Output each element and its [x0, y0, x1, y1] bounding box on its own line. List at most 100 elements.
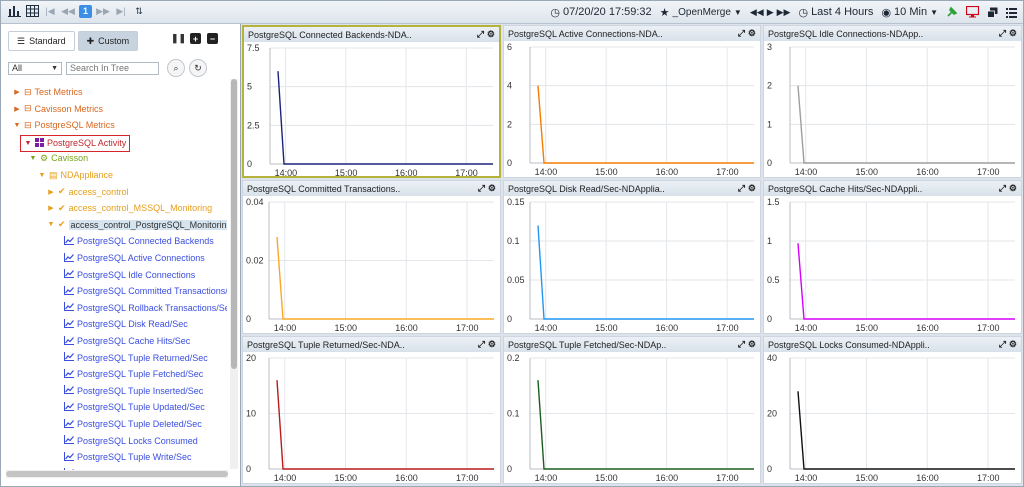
chart-panel[interactable]: PostgreSQL Committed Transactions.. ⤢ ⚙ 0 0.…: [242, 180, 501, 334]
rewind-icon[interactable]: ◀◀: [750, 7, 764, 18]
previous-page-icon[interactable]: ◀◀: [61, 4, 75, 18]
series-line[interactable]: [797, 243, 1015, 320]
pin-icon[interactable]: [946, 6, 958, 18]
chart-panel[interactable]: PostgreSQL Locks Consumed-NDAppli.. ⤢ ⚙ 0 20…: [763, 336, 1022, 484]
gear-icon[interactable]: ⚙: [488, 183, 496, 194]
tree-node[interactable]: PostgreSQL Locks Consumed: [64, 434, 198, 448]
scrollbar-thumb[interactable]: [6, 471, 228, 477]
chart-panel[interactable]: PostgreSQL Idle Connections-NDApp.. ⤢ ⚙ 0 1 2…: [763, 25, 1022, 178]
tree-node[interactable]: PostgreSQL Tuple Deleted/Sec: [64, 417, 202, 431]
gear-icon[interactable]: ⚙: [1009, 28, 1017, 39]
tree-search-input[interactable]: [66, 61, 159, 75]
tree-node[interactable]: PostgreSQL Tuple Returned/Sec: [64, 351, 208, 365]
series-line[interactable]: [537, 380, 754, 470]
tree-node[interactable]: PostgreSQL Idle Connections: [64, 268, 195, 282]
expand-icon[interactable]: ⤢: [738, 339, 745, 350]
expand-icon[interactable]: ⤢: [738, 183, 745, 194]
expand-icon[interactable]: ⤢: [999, 339, 1006, 350]
last-page-icon[interactable]: ▶|: [114, 4, 128, 18]
collapse-all-icon[interactable]: −: [207, 33, 218, 44]
tree-node[interactable]: PostgreSQL Disk Read/Sec: [64, 317, 188, 331]
tree-node[interactable]: PostgreSQL Connected Backends: [64, 234, 214, 248]
tree-node[interactable]: ▶ ✔ access_control: [47, 185, 128, 199]
tree-node[interactable]: PostgreSQL Tuple Write/Sec: [64, 450, 192, 464]
chart-panel[interactable]: PostgreSQL Tuple Fetched/Sec-NDAp.. ⤢ ⚙ 0 0.…: [503, 336, 761, 484]
next-page-icon[interactable]: ▶▶: [96, 4, 110, 18]
gear-icon[interactable]: ⚙: [487, 29, 495, 40]
series-line[interactable]: [276, 237, 494, 320]
favorite-dropdown[interactable]: ★ _OpenMerge ▼: [660, 6, 742, 19]
tree-node[interactable]: ▶ ⊟ Cavisson Metrics: [13, 102, 103, 116]
search-icon[interactable]: ⌕: [167, 59, 185, 77]
gear-icon[interactable]: ⚙: [1009, 339, 1017, 350]
chart-header: PostgreSQL Cache Hits/Sec-NDAppli.. ⤢ ⚙: [764, 181, 1021, 196]
group-icon: [35, 137, 44, 149]
tree-node[interactable]: ▼ ⊟ PostgreSQL Metrics: [13, 118, 115, 132]
scrollbar-thumb[interactable]: [231, 79, 237, 369]
tree-node[interactable]: PostgreSQL Tuple Inserted/Sec: [64, 384, 203, 398]
gear-icon[interactable]: ⚙: [748, 183, 756, 194]
current-page-button[interactable]: 1: [79, 4, 92, 18]
tab-custom[interactable]: ✚ Custom: [77, 31, 139, 51]
pause-icon[interactable]: ❚❚: [171, 33, 186, 44]
expand-all-icon[interactable]: +: [190, 33, 201, 44]
menu-list-icon[interactable]: [1006, 7, 1017, 18]
caret-down-icon[interactable]: ▼: [38, 172, 46, 179]
series-line[interactable]: [276, 380, 494, 470]
gear-icon[interactable]: ⚙: [1009, 183, 1017, 194]
play-icon[interactable]: ▶: [767, 7, 774, 18]
expand-icon[interactable]: ⤢: [999, 183, 1006, 194]
caret-down-icon[interactable]: ▼: [47, 221, 55, 228]
time-range-selector[interactable]: ◷ Last 4 Hours: [798, 6, 873, 19]
series-line[interactable]: [797, 391, 1015, 470]
chart-panel[interactable]: PostgreSQL Connected Backends-NDA.. ⤢ ⚙ 0 2.…: [242, 25, 501, 178]
series-line[interactable]: [537, 225, 754, 320]
tree-node[interactable]: PostgreSQL Tuple Updated/Sec: [64, 400, 205, 414]
tree-node[interactable]: ▶ ⊟ Test Metrics: [13, 85, 82, 99]
sort-arrows-icon[interactable]: ⇅: [132, 4, 146, 18]
tree-node-label: NDAppliance: [60, 170, 114, 180]
gear-icon[interactable]: ⚙: [748, 28, 756, 39]
caret-down-icon[interactable]: ▼: [13, 122, 21, 129]
gear-icon[interactable]: ⚙: [748, 339, 756, 350]
caret-right-icon[interactable]: ▶: [47, 188, 55, 196]
expand-icon[interactable]: ⤢: [999, 28, 1006, 39]
first-page-icon[interactable]: |◀: [43, 4, 57, 18]
expand-icon[interactable]: ⤢: [738, 28, 745, 39]
monitor-icon[interactable]: [966, 6, 979, 18]
refresh-icon[interactable]: ↻: [189, 59, 207, 77]
tree-horizontal-scrollbar[interactable]: [6, 470, 228, 478]
tree-node[interactable]: ▼ PostgreSQL Activity: [20, 134, 131, 152]
expand-icon[interactable]: ⤢: [477, 29, 484, 40]
chart-panel[interactable]: PostgreSQL Tuple Returned/Sec-NDA.. ⤢ ⚙ 0 10…: [242, 336, 501, 484]
interval-dropdown[interactable]: ◉ 10 Min ▼: [881, 6, 938, 19]
tree-node[interactable]: PostgreSQL Rollback Transactions/Sec: [64, 301, 227, 315]
tree-node[interactable]: PostgreSQL Cache Hits/Sec: [64, 334, 190, 348]
window-restore-icon[interactable]: [987, 7, 998, 18]
caret-down-icon[interactable]: ▼: [24, 140, 32, 147]
gear-icon[interactable]: ⚙: [488, 339, 496, 350]
tree-node[interactable]: ▼ ✔ access_control_PostgreSQL_Monitoring: [47, 218, 227, 232]
tree-node[interactable]: PostgreSQL Committed Transactions/Se: [64, 284, 227, 298]
tab-standard[interactable]: ☰ Standard: [8, 31, 75, 51]
chart-panel[interactable]: PostgreSQL Cache Hits/Sec-NDAppli.. ⤢ ⚙ 0 0.…: [763, 180, 1022, 334]
expand-icon[interactable]: ⤢: [478, 339, 485, 350]
tree-node[interactable]: ▼ ▤ NDAppliance: [38, 168, 114, 182]
tree-node[interactable]: PostgreSQL Tuple Fetched/Sec: [64, 367, 203, 381]
caret-down-icon[interactable]: ▼: [29, 155, 37, 162]
filter-select[interactable]: All ▼: [8, 61, 62, 75]
fast-forward-icon[interactable]: ▶▶: [777, 7, 791, 18]
tree-node[interactable]: PostgreSQL Active Connections: [64, 251, 205, 265]
chart-panel[interactable]: PostgreSQL Disk Read/Sec-NDApplia.. ⤢ ⚙ 0 0.…: [503, 180, 761, 334]
series-line[interactable]: [277, 71, 493, 165]
grid-layout-icon[interactable]: [25, 4, 39, 18]
bar-chart-icon[interactable]: [7, 4, 21, 18]
tree-node[interactable]: ▼ ⚙ Cavisson: [29, 151, 89, 165]
caret-right-icon[interactable]: ▶: [47, 204, 55, 212]
expand-icon[interactable]: ⤢: [478, 183, 485, 194]
chart-panel[interactable]: PostgreSQL Active Connections-NDA.. ⤢ ⚙ 0 2 4…: [503, 25, 761, 178]
tree-vertical-scrollbar[interactable]: [230, 79, 238, 469]
caret-right-icon[interactable]: ▶: [13, 105, 21, 113]
caret-right-icon[interactable]: ▶: [13, 88, 21, 96]
tree-node[interactable]: ▶ ✔ access_control_MSSQL_Monitoring: [47, 201, 212, 215]
